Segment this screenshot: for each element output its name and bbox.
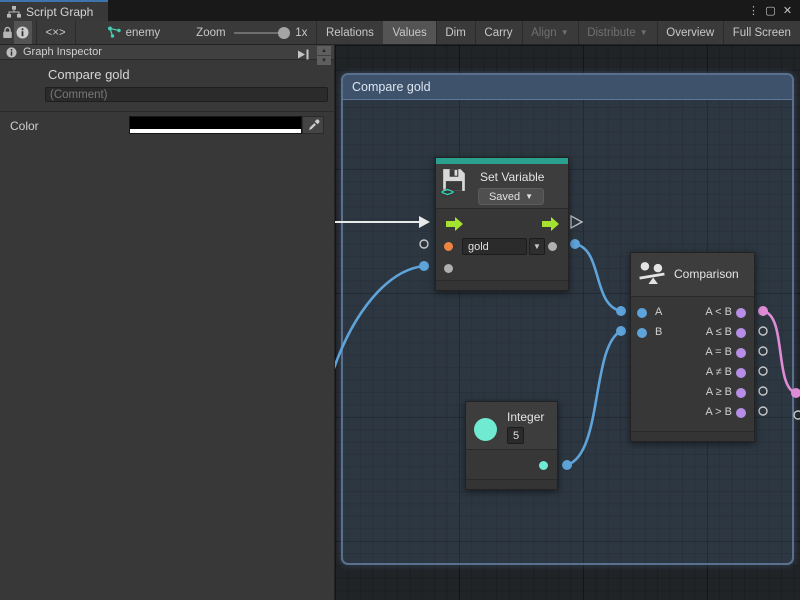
graph-reference-breadcrumb[interactable]: enemy [98, 21, 170, 44]
dock-button[interactable] [298, 47, 310, 65]
integer-icon [474, 418, 497, 441]
group-header[interactable]: Compare gold [343, 75, 792, 100]
port-input-b[interactable] [637, 328, 647, 338]
carry-button[interactable]: Carry [475, 21, 521, 44]
variable-scope-dropdown[interactable]: Saved ▼ [478, 188, 544, 205]
port-output-not-equal[interactable] [736, 368, 746, 378]
variable-code-glyph: <> [441, 185, 453, 199]
output-label: A < B [705, 306, 732, 318]
port-hollow[interactable] [794, 411, 800, 419]
graph-asset-icon [107, 26, 122, 39]
color-swatch-value [130, 117, 301, 129]
node-footer [631, 431, 754, 441]
output-label: A > B [705, 406, 732, 418]
tab-label: Script Graph [26, 5, 93, 19]
node-title: Integer [507, 410, 544, 424]
port-output-greater[interactable] [736, 408, 746, 418]
color-field-label: Color [10, 119, 39, 133]
input-label-b: B [655, 326, 662, 338]
variable-name-field[interactable]: gold [462, 238, 527, 255]
zoom-label: Zoom [187, 21, 225, 44]
inspector-toggle-button[interactable] [14, 21, 32, 44]
output-label: A ≤ B [706, 326, 732, 338]
graph-inspector-header: Graph Inspector ▲ ▼ [0, 45, 334, 60]
window-menu-icon[interactable]: ⋮ [745, 4, 762, 17]
flow-output-port[interactable] [542, 217, 559, 231]
integer-value-field[interactable]: 5 [507, 427, 524, 444]
lock-button[interactable] [0, 21, 14, 44]
info-icon [6, 47, 17, 58]
port-value-gray[interactable] [444, 264, 453, 273]
align-dropdown-button[interactable]: Align ▼ [522, 21, 578, 44]
comparison-icon [637, 261, 667, 287]
flow-input-port[interactable] [446, 217, 463, 231]
port-input-a[interactable] [637, 308, 647, 318]
toolbar: <×> enemy Zoom 1x Relations Values Dim [0, 21, 800, 45]
window-maximize-icon[interactable]: ▢ [762, 4, 779, 17]
node-title: Comparison [674, 267, 739, 281]
distribute-dropdown-button[interactable]: Distribute ▼ [578, 21, 657, 44]
tab-script-graph[interactable]: Script Graph [0, 0, 108, 21]
graph-inspector-panel: Graph Inspector ▲ ▼ Compare gold Color [0, 45, 335, 600]
comment-input[interactable] [45, 87, 328, 102]
port-integer-output[interactable] [539, 461, 548, 470]
dock-right-icon [298, 49, 310, 60]
zoom-slider-handle[interactable] [278, 27, 290, 39]
graph-canvas[interactable]: Compare gold [335, 45, 800, 600]
overview-button[interactable]: Overview [657, 21, 723, 44]
lock-icon [2, 26, 13, 39]
node-footer [436, 280, 568, 290]
variable-name-dropdown-button[interactable]: ▼ [529, 238, 545, 255]
port-value-gray[interactable] [548, 242, 557, 251]
eyedropper-icon [307, 119, 320, 132]
color-swatch-alpha [130, 129, 301, 133]
port-object-orange[interactable] [444, 242, 453, 251]
eyedropper-button[interactable] [302, 116, 324, 134]
group-title: Compare gold [352, 80, 431, 94]
toolbar-separator [75, 21, 76, 44]
spinner-down-icon[interactable]: ▼ [317, 56, 331, 65]
window-close-icon[interactable]: ✕ [779, 4, 796, 17]
output-label: A ≥ B [706, 386, 732, 398]
inspected-graph-title: Compare gold [48, 67, 130, 82]
code-view-icon: <×> [45, 27, 65, 39]
node-title: Set Variable [480, 170, 544, 184]
info-icon [16, 26, 29, 39]
divider [0, 111, 335, 112]
spinner-up-icon[interactable]: ▲ [317, 46, 331, 55]
full-screen-button[interactable]: Full Screen [724, 21, 800, 44]
node-integer[interactable]: Integer 5 [465, 401, 558, 490]
code-view-button[interactable]: <×> [36, 21, 75, 44]
port-output-equal[interactable] [736, 348, 746, 358]
node-set-variable[interactable]: <> Set Variable Saved ▼ gold [435, 157, 569, 291]
output-label: A ≠ B [706, 366, 732, 378]
input-label-a: A [655, 306, 662, 318]
script-graph-window: Script Graph ⋮ ▢ ✕ <×> [0, 0, 800, 600]
port-output-less[interactable] [736, 308, 746, 318]
graph-inspector-title: Graph Inspector [23, 46, 102, 58]
color-swatch[interactable] [129, 116, 302, 134]
title-bar: Script Graph ⋮ ▢ ✕ [0, 0, 800, 21]
graph-reference-label: enemy [126, 27, 161, 39]
chevron-down-icon: ▼ [640, 29, 648, 37]
values-button[interactable]: Values [383, 21, 435, 44]
scroll-spinner[interactable]: ▲ ▼ [317, 46, 331, 65]
zoom-value: 1x [293, 21, 316, 44]
output-label: A = B [705, 346, 732, 358]
chevron-down-icon: ▼ [561, 29, 569, 37]
zoom-slider[interactable] [234, 32, 288, 34]
hierarchy-icon [7, 6, 21, 18]
dim-button[interactable]: Dim [436, 21, 474, 44]
relations-button[interactable]: Relations [317, 21, 383, 44]
port-output-greater-equal[interactable] [736, 388, 746, 398]
set-variable-icon: <> [441, 168, 469, 196]
port-output-less-equal[interactable] [736, 328, 746, 338]
node-footer [466, 479, 557, 489]
chevron-down-icon: ▼ [525, 193, 533, 201]
node-comparison[interactable]: Comparison A A < B B A ≤ B A = B [630, 252, 755, 442]
